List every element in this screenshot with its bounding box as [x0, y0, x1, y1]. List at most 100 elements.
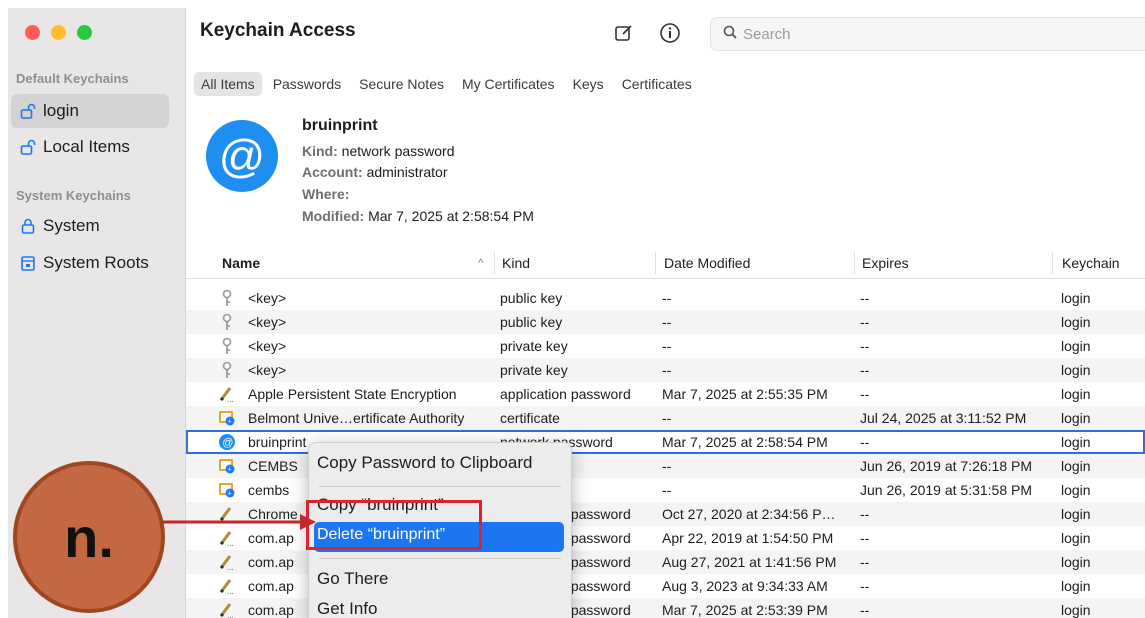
default-keychains-label: Default Keychains	[16, 71, 129, 86]
column-header-kind[interactable]: Kind	[502, 255, 530, 271]
cell-keychain: login	[1061, 506, 1091, 522]
detail-account: Account: administrator	[302, 164, 447, 180]
detail-modified-value: Mar 7, 2025 at 2:58:54 PM	[368, 208, 534, 224]
cell-kind: public key	[500, 314, 563, 330]
detail-kind-value: network password	[341, 143, 455, 159]
table-row[interactable]: <key> private key -- -- login	[186, 334, 1145, 358]
sidebar-item-local-items[interactable]: Local Items	[11, 130, 169, 164]
menu-item-go-there[interactable]: Go There	[317, 569, 389, 589]
cell-date: --	[662, 290, 672, 306]
annotation-arrow-icon	[162, 514, 316, 530]
cell-kind: private key	[500, 362, 568, 378]
column-header-name[interactable]: Name	[222, 255, 260, 271]
info-circle-icon[interactable]	[658, 21, 682, 45]
at-sign-icon: @	[218, 433, 236, 451]
minimize-window-button[interactable]	[51, 25, 66, 40]
cell-kind: public key	[500, 290, 563, 306]
svg-text:...: ...	[227, 395, 234, 403]
sidebar-item-label: System	[43, 216, 100, 235]
menu-item-get-info[interactable]: Get Info	[317, 599, 377, 618]
cell-expires: --	[860, 506, 870, 522]
tab-my-certificates[interactable]: My Certificates	[455, 72, 562, 96]
cell-keychain: login	[1061, 458, 1091, 474]
cell-keychain: login	[1061, 386, 1091, 402]
svg-text:+: +	[228, 491, 232, 498]
annotation-label: n.	[64, 505, 114, 569]
sidebar-item-label: login	[43, 101, 79, 120]
pencil-icon: ...	[218, 601, 236, 618]
column-header-keychain[interactable]: Keychain	[1062, 255, 1120, 271]
cell-keychain: login	[1061, 554, 1091, 570]
table-row[interactable]: + Belmont Unive…ertificate Authority certi…	[186, 406, 1145, 430]
tab-passwords[interactable]: Passwords	[266, 72, 348, 96]
pencil-icon: ...	[218, 553, 236, 571]
cell-date: Aug 3, 2023 at 9:34:33 AM	[662, 578, 828, 594]
cell-expires: --	[860, 554, 870, 570]
table-header: Name ^ Kind Date Modified Expires Keycha…	[186, 248, 1145, 279]
tab-secure-notes[interactable]: Secure Notes	[352, 72, 451, 96]
table-row[interactable]: <key> public key -- -- login	[186, 286, 1145, 310]
sidebar-item-system[interactable]: System	[11, 209, 169, 243]
detail-account-value: administrator	[366, 164, 448, 180]
table-row[interactable]: <key> private key -- -- login	[186, 358, 1145, 382]
tab-certificates[interactable]: Certificates	[615, 72, 699, 96]
system-keychains-label: System Keychains	[16, 188, 131, 203]
menu-separator	[319, 486, 561, 487]
cell-expires: --	[860, 362, 870, 378]
tab-keys[interactable]: Keys	[566, 72, 611, 96]
sidebar-item-label: System Roots	[43, 253, 149, 272]
at-sign-icon: @	[206, 120, 278, 192]
cell-keychain: login	[1061, 434, 1091, 450]
search-field[interactable]: Search	[710, 17, 1145, 51]
zoom-window-button[interactable]	[77, 25, 92, 40]
detail-modified-label: Modified:	[302, 208, 365, 224]
table-row[interactable]: <key> public key -- -- login	[186, 310, 1145, 334]
tab-all-items[interactable]: All Items	[194, 72, 262, 96]
cell-expires: --	[860, 530, 870, 546]
svg-text:...: ...	[227, 539, 234, 547]
highlight-box	[306, 500, 482, 550]
cell-date: --	[662, 482, 672, 498]
detail-where-label: Where:	[302, 186, 350, 202]
cell-kind: certificate	[500, 410, 560, 426]
cell-date: Apr 22, 2019 at 1:54:50 PM	[662, 530, 834, 546]
sidebar-item-system-roots[interactable]: System Roots	[11, 246, 169, 280]
cell-name: <key>	[248, 314, 287, 330]
cell-date: Oct 27, 2020 at 2:34:56 P…	[662, 506, 836, 522]
cell-date: Mar 7, 2025 at 2:55:35 PM	[662, 386, 828, 402]
cell-expires: --	[860, 434, 870, 450]
cabinet-icon	[13, 255, 43, 271]
detail-item-name: bruinprint	[302, 117, 378, 134]
cell-keychain: login	[1061, 602, 1091, 618]
cell-expires: --	[860, 578, 870, 594]
cell-name: <key>	[248, 362, 287, 378]
cell-expires: --	[860, 386, 870, 402]
table-row[interactable]: ... Apple Persistent State Encryption appl…	[186, 382, 1145, 406]
sidebar-item-login[interactable]: login	[11, 94, 169, 128]
column-header-expires[interactable]: Expires	[862, 255, 909, 271]
cell-expires: Jun 26, 2019 at 5:31:58 PM	[860, 482, 1033, 498]
search-placeholder: Search	[743, 25, 791, 43]
detail-modified: Modified: Mar 7, 2025 at 2:58:54 PM	[302, 208, 534, 224]
column-header-date-modified[interactable]: Date Modified	[664, 255, 750, 271]
certificate-icon: +	[218, 481, 236, 499]
menu-item-copy-password[interactable]: Copy Password to Clipboard	[317, 453, 532, 473]
cell-date: --	[662, 338, 672, 354]
toolbar: Keychain Access Search	[186, 8, 1145, 58]
sort-chevron-icon[interactable]: ^	[478, 256, 484, 270]
detail-kind: Kind: network password	[302, 143, 454, 159]
close-window-button[interactable]	[25, 25, 40, 40]
pencil-icon: ...	[218, 577, 236, 595]
unlocked-lock-icon	[13, 139, 43, 155]
svg-text:@: @	[222, 437, 233, 449]
key-icon	[218, 313, 236, 331]
cell-keychain: login	[1061, 410, 1091, 426]
cell-date: Mar 7, 2025 at 2:58:54 PM	[662, 434, 828, 450]
cell-expires: Jul 24, 2025 at 3:11:52 PM	[860, 410, 1027, 426]
cell-name: <key>	[248, 338, 287, 354]
cell-date: Aug 27, 2021 at 1:41:56 PM	[662, 554, 837, 570]
menu-separator	[319, 558, 561, 559]
square-pencil-icon[interactable]	[612, 21, 636, 45]
unlocked-lock-icon	[13, 103, 43, 119]
detail-kind-label: Kind:	[302, 143, 338, 159]
